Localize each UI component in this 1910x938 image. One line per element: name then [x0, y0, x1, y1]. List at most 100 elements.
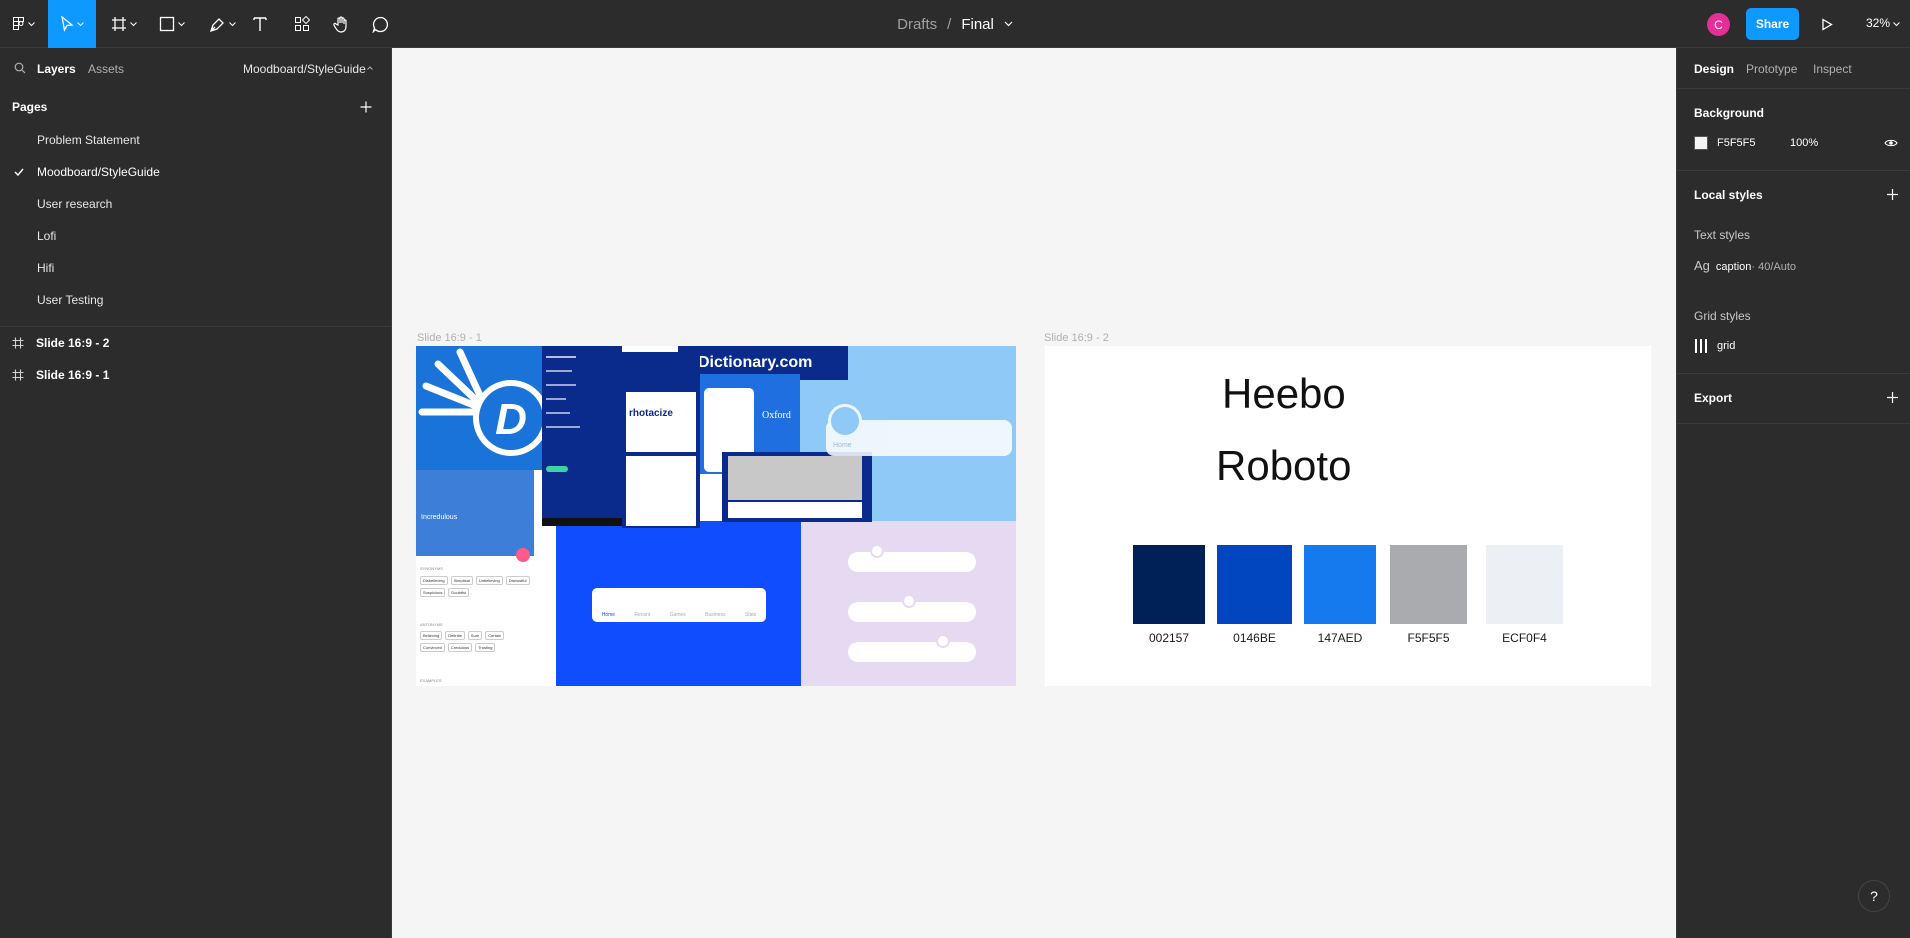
divider [1677, 423, 1910, 424]
search-icon[interactable] [14, 62, 26, 74]
breadcrumb-parent[interactable]: Drafts [897, 16, 937, 33]
layers-panel: Layers Assets Moodboard/StyleGuide Pages… [0, 48, 392, 938]
chip: Disbelieving [420, 576, 448, 585]
file-name[interactable]: Final [961, 16, 994, 33]
color-swatch[interactable] [1133, 545, 1205, 624]
help-button[interactable]: ? [1858, 880, 1890, 912]
chip: Trusting [475, 643, 496, 652]
chevron-down-icon [77, 21, 84, 26]
chevron-down-icon [130, 21, 137, 26]
nav-item: Recent [634, 612, 651, 618]
chip: Definite [445, 631, 465, 640]
text-style-row[interactable]: Ag caption · 40/Auto [1694, 258, 1796, 273]
chip: Convinced [420, 643, 445, 652]
page-item[interactable]: Lofi [37, 229, 56, 243]
nav-pill [848, 642, 976, 662]
background-color-value[interactable]: F5F5F5 [1717, 137, 1756, 149]
svg-text:D: D [495, 395, 527, 444]
divider [0, 326, 391, 327]
eye-icon[interactable] [1884, 138, 1898, 148]
frame-label[interactable]: Slide 16:9 - 1 [417, 332, 482, 344]
divider [1677, 88, 1910, 89]
present-button[interactable] [1815, 12, 1839, 36]
design-panel: Design Prototype Inspect Background F5F5… [1676, 48, 1910, 938]
share-button[interactable]: Share [1746, 8, 1799, 40]
background-heading: Background [1694, 106, 1765, 120]
tab-inspect[interactable]: Inspect [1813, 62, 1852, 76]
frame-label[interactable]: Slide 16:9 - 2 [1044, 332, 1109, 344]
zoom-level[interactable]: 32% [1866, 16, 1901, 30]
chip: Certain [485, 631, 505, 640]
chevron-up-icon[interactable] [367, 66, 373, 70]
nav-item: Stats [744, 612, 757, 618]
add-page-icon[interactable] [360, 101, 372, 113]
pages-heading: Pages [12, 100, 48, 114]
move-tool-button[interactable] [48, 0, 96, 48]
chip: Doubtful [448, 588, 470, 597]
color-swatch[interactable] [1304, 545, 1376, 624]
text-tool-button[interactable] [248, 0, 272, 48]
main-menu-button[interactable] [8, 0, 40, 48]
chevron-down-icon [28, 21, 35, 26]
canvas[interactable]: Slide 16:9 - 1 Slide 16:9 - 2 D Incredul… [392, 48, 1676, 938]
menu-screen [542, 346, 622, 526]
tab-prototype[interactable]: Prototype [1746, 62, 1797, 76]
chip: Credulous [447, 643, 473, 652]
font-sample-heebo: Heebo [1222, 370, 1346, 417]
layer-name: Slide 16:9 - 1 [36, 368, 110, 382]
frame-tool-button[interactable] [106, 0, 142, 48]
color-swatch[interactable] [1486, 545, 1563, 624]
bottom-nav-card: Home Recent Games Business Stats [592, 588, 766, 622]
comment-tool-button[interactable] [368, 0, 392, 48]
background-opacity[interactable]: 100% [1790, 137, 1818, 149]
pen-tool-button[interactable] [204, 0, 240, 48]
background-color-swatch[interactable] [1694, 136, 1708, 150]
chip: Unbelieving [475, 576, 503, 585]
layer-row[interactable]: Slide 16:9 - 2 [12, 336, 109, 350]
chevron-down-icon[interactable] [1004, 21, 1013, 27]
grid-style-row[interactable]: grid [1694, 339, 1735, 353]
chip: Suspicious [420, 588, 446, 597]
dictionary-brand: Dictionary.com [698, 354, 813, 371]
frame-icon [12, 369, 24, 381]
add-export-icon[interactable] [1887, 392, 1898, 403]
page-item[interactable]: User research [37, 197, 112, 211]
hand-icon [333, 16, 347, 33]
page-item[interactable]: User Testing [37, 293, 103, 307]
tab-layers[interactable]: Layers [37, 62, 76, 76]
home-nav-bar: Home [826, 404, 1012, 456]
frame-icon [12, 337, 24, 349]
tab-assets[interactable]: Assets [88, 62, 124, 76]
breadcrumb: Drafts / Final [0, 0, 1910, 48]
text-icon [253, 17, 267, 31]
resources-button[interactable] [290, 0, 314, 48]
page-item-selected[interactable]: Moodboard/StyleGuide [37, 165, 160, 179]
page-selector[interactable]: Moodboard/StyleGuide [243, 62, 366, 76]
swatch-label: 0146BE [1233, 631, 1276, 645]
nav-pill [848, 552, 976, 572]
antonym-chips: Believing Definite Sure Certain Convince… [420, 631, 530, 652]
zoom-value: 32% [1866, 16, 1891, 30]
nav-item: Home [601, 612, 616, 618]
play-icon [1822, 17, 1833, 31]
swatch-label: 002157 [1148, 631, 1190, 645]
avatar[interactable]: C [1707, 13, 1730, 36]
fab [516, 548, 530, 562]
dictionary-logo-tile: D [416, 346, 542, 470]
add-style-icon[interactable] [1887, 189, 1898, 200]
synonyms-label: SYNONYMS [420, 566, 443, 571]
breadcrumb-separator: / [947, 15, 952, 33]
moodboard-frame[interactable]: D Incredulous SYNONYMS Disbelieving Skep… [416, 346, 1016, 686]
layer-row[interactable]: Slide 16:9 - 1 [12, 368, 109, 382]
page-item[interactable]: Hifi [37, 261, 54, 275]
page-item[interactable]: Problem Statement [37, 133, 140, 147]
tab-design[interactable]: Design [1694, 62, 1734, 76]
shape-tool-button[interactable] [154, 0, 190, 48]
antonyms-label: ANTONYMS [420, 622, 443, 627]
color-swatch[interactable] [1390, 545, 1467, 624]
color-swatch[interactable] [1217, 545, 1292, 624]
grid-styles-heading: Grid styles [1694, 309, 1751, 323]
chip: Believing [420, 631, 443, 640]
hand-tool-button[interactable] [330, 0, 354, 48]
export-heading: Export [1694, 391, 1733, 405]
